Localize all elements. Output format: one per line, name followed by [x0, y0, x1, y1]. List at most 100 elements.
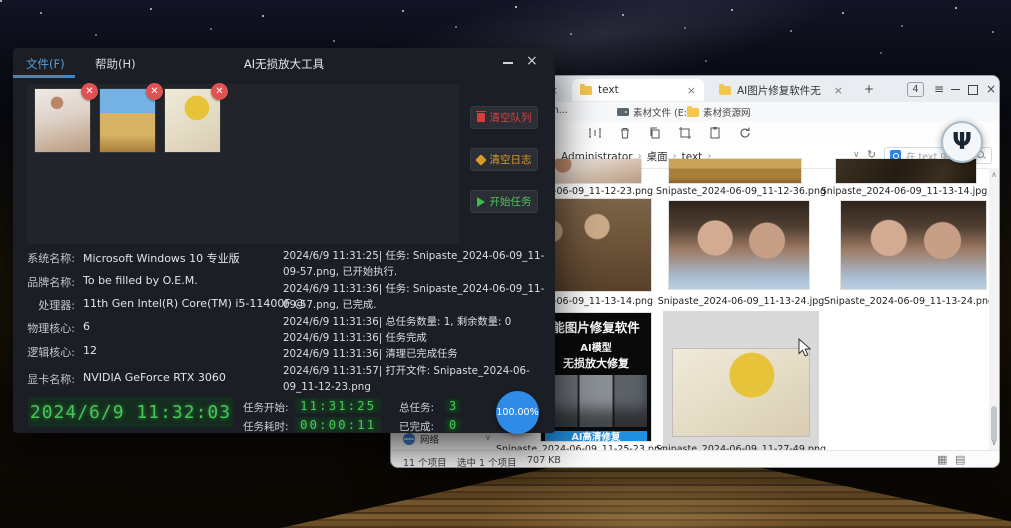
sysinfo-label: 品牌名称: — [17, 274, 75, 290]
sysinfo-value: 12 — [83, 344, 97, 357]
play-icon — [477, 197, 485, 207]
total-tasks-label: 总任务: — [399, 400, 434, 415]
grid-view-icon[interactable]: ▦ — [937, 453, 947, 466]
log-line: 2024/6/9 11:31:36| 任务: Snipaste_2024-06-… — [283, 281, 547, 314]
button-label: 清空日志 — [490, 152, 532, 167]
network-icon — [403, 433, 415, 445]
task-elapsed-label: 任务耗时: — [243, 419, 289, 434]
menu-icon[interactable]: ≡ — [931, 76, 947, 102]
tab-label: AI图片修复软件无 — [737, 83, 828, 98]
selected-size: 707 KB — [527, 455, 561, 466]
minimize-button[interactable] — [503, 62, 513, 64]
sysinfo-value: NVIDIA GeForce RTX 3060 — [83, 371, 226, 384]
promo-banner: AI高清修复 — [545, 431, 646, 441]
sysinfo-label: 逻辑核心: — [17, 344, 75, 360]
queue-thumbnail-wheat-field[interactable] — [100, 89, 155, 152]
selected-file-item[interactable] — [663, 311, 819, 451]
boardwalk-glow — [470, 458, 830, 528]
promo-line2: AI模型 — [541, 339, 651, 354]
file-name[interactable]: Snipaste_2024-06-09_11-13-14.jpg — [814, 186, 994, 197]
file-thumbnail[interactable] — [841, 201, 986, 289]
chevron-down-icon[interactable]: ∨ — [485, 433, 491, 442]
file-thumbnail[interactable] — [673, 349, 809, 436]
sysinfo-label: 处理器: — [17, 297, 75, 313]
digital-clock: 2024/6/9 11:32:03 — [28, 397, 233, 427]
promo-line3: 无损放大修复 — [541, 355, 651, 371]
new-tab-button[interactable]: + — [861, 76, 877, 102]
sysinfo-label: 显卡名称: — [17, 371, 75, 387]
file-thumbnail[interactable] — [669, 159, 801, 183]
sysinfo-value: Microsoft Windows 10 专业版 — [83, 250, 240, 266]
queue-thumbnail-portrait-girl[interactable] — [35, 89, 90, 152]
log-line: 2024/6/9 11:31:36| 清理已完成任务 — [283, 346, 547, 362]
log-line: 2024/6/9 11:31:25| 任务: Snipaste_2024-06-… — [283, 248, 547, 281]
sysinfo-value: To be filled by O.E.M. — [83, 274, 198, 287]
button-label: 开始任务 — [490, 194, 532, 209]
file-thumbnail[interactable] — [669, 201, 809, 289]
tab-count-badge: 4 — [907, 82, 924, 97]
close-button[interactable]: × — [526, 53, 538, 69]
tab-label: text — [598, 84, 681, 96]
task-queue-panel: ✕ ✕ ✕ — [27, 84, 459, 244]
nav-item-label: 网络 — [420, 432, 439, 446]
clear-queue-button[interactable]: 清空队列 — [470, 106, 538, 129]
file-name[interactable]: Snipaste_2024-06-09_11-13-24.png — [819, 296, 999, 307]
sysinfo-label: 物理核心: — [17, 320, 75, 336]
tab-ai-repair[interactable]: AI图片修复软件无 × — [711, 79, 851, 101]
file-name[interactable]: Snipaste_2024-06-09_11-12-36.png — [651, 186, 831, 197]
maximize-button[interactable] — [968, 85, 978, 95]
floating-assistant-icon[interactable]: Ψ — [941, 121, 983, 163]
paste-icon[interactable] — [707, 125, 723, 141]
mouse-cursor — [798, 338, 812, 358]
quick-item-resources[interactable]: 素材资源网 — [687, 105, 751, 119]
log-line: 2024/6/9 11:31:36| 总任务数量: 1, 剩余数量: 0 — [283, 314, 547, 330]
close-button[interactable]: × — [984, 76, 998, 102]
remove-item-icon[interactable]: ✕ — [81, 83, 98, 100]
details-view-icon[interactable]: ▤ — [955, 453, 965, 466]
promo-title: 能图片修复软件 — [541, 317, 651, 336]
scrollbar[interactable]: ∧ ∨ — [989, 168, 999, 450]
task-log: 2024/6/9 11:31:25| 任务: Snipaste_2024-06-… — [283, 248, 547, 394]
copy-icon[interactable] — [647, 125, 663, 141]
file-thumbnail[interactable] — [836, 159, 976, 183]
queue-thumbnail-anime[interactable] — [165, 89, 220, 152]
status-bar: 11 个项目 选中 1 个项目 707 KB ▦ ▤ — [391, 450, 999, 468]
item-count: 11 个项目 — [403, 455, 447, 468]
promo-photo-strip — [545, 375, 646, 427]
file-thumbnail-ai-promo[interactable]: 能图片修复软件 AI模型 无损放大修复 AI高清修复 — [541, 313, 651, 441]
tab-close-icon[interactable]: × — [834, 85, 843, 96]
tab-text[interactable]: text × — [572, 79, 704, 101]
folder-icon — [719, 86, 731, 95]
total-tasks-value: 3 — [445, 399, 461, 413]
remove-item-icon[interactable]: ✕ — [211, 83, 228, 100]
scrollbar-thumb[interactable] — [991, 406, 997, 442]
start-task-button[interactable]: 开始任务 — [470, 190, 538, 213]
remove-item-icon[interactable]: ✕ — [146, 83, 163, 100]
drive-icon — [617, 108, 629, 116]
file-name[interactable]: Snipaste_2024-06-09_11-13-24.jpg — [651, 296, 831, 307]
crop-icon[interactable] — [677, 125, 693, 141]
sysinfo-label: 系统名称: — [17, 250, 75, 266]
scroll-down-icon[interactable]: ∨ — [989, 438, 999, 447]
tab-close-icon[interactable]: × — [687, 85, 696, 96]
task-elapsed-time: 00:00:11 — [295, 417, 381, 432]
quick-item-label: 素材文件 (E:) — [633, 105, 691, 119]
trash-icon — [477, 113, 485, 122]
clear-log-button[interactable]: 清空日志 — [470, 148, 538, 171]
log-line: 2024/6/9 11:31:57| 打开文件: Snipaste_2024-0… — [283, 363, 547, 394]
rename-icon[interactable] — [587, 125, 603, 141]
refresh-icon[interactable] — [737, 125, 753, 141]
folder-icon — [687, 108, 699, 117]
window-title: AI无损放大工具 — [13, 56, 555, 72]
scroll-up-icon[interactable]: ∧ — [989, 170, 999, 179]
sysinfo-value: 6 — [83, 320, 90, 333]
task-start-time: 11:31:25 — [295, 398, 381, 413]
minimize-button[interactable] — [951, 89, 960, 90]
done-tasks-value: 0 — [445, 418, 461, 432]
delete-icon[interactable] — [617, 125, 633, 141]
breadcrumb-desktop[interactable]: 桌面 — [647, 149, 668, 164]
quick-item-drive-e[interactable]: 素材文件 (E:) — [617, 105, 691, 119]
broom-icon — [475, 154, 486, 165]
active-menu-indicator — [13, 75, 75, 78]
button-label: 清空队列 — [490, 110, 532, 125]
